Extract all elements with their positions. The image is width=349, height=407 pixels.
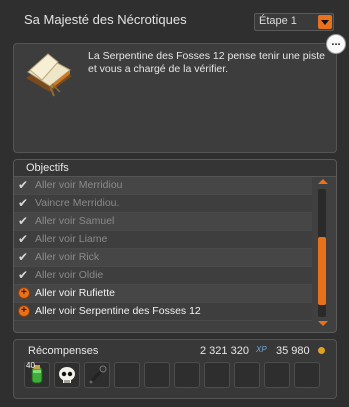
objective-row: ✔ Aller voir Samuel [14,213,312,231]
xp-unit-label: XP [256,345,267,354]
objective-row: ✔ Vaincre Merridiou. [14,195,312,213]
objective-row: ✔ Aller voir Liame [14,231,312,249]
objective-label: Vaincre Merridiou. [35,197,120,209]
reward-slot[interactable] [84,362,110,388]
empty-reward-slot [144,362,170,388]
objectives-title: Objectifs [26,162,69,174]
scroll-track[interactable] [318,189,326,317]
objectives-panel: Objectifs ✔ Aller voir Merridiou ✔ Vainc… [13,159,337,333]
objective-target-icon[interactable] [18,287,30,299]
empty-reward-slot [294,362,320,388]
reward-slot[interactable]: 40 [24,361,50,388]
kamas-reward-value: 35 980 [276,345,310,357]
scroll-up-arrow-icon[interactable] [318,179,328,184]
scroll-thumb[interactable] [318,237,326,305]
checkmark-icon: ✔ [18,214,29,228]
quest-description-text: La Serpentine des Fosses 12 pense tenir … [88,50,325,75]
objective-label: Aller voir Rick [35,251,100,263]
objective-target-icon[interactable] [18,305,30,317]
empty-reward-slot [264,362,290,388]
xp-reward-value: 2 321 320 [200,345,249,357]
objective-row: ✔ Aller voir Merridiou [14,177,312,195]
reward-slot-count: 40 [26,361,35,370]
objective-row: ✔ Aller voir Oldie [14,267,312,285]
quest-header: Sa Majesté des Nécrotiques Étape 1 [0,0,349,44]
reward-slot[interactable] [54,362,80,388]
objective-label: Aller voir Samuel [35,215,115,227]
chevron-down-icon[interactable] [318,15,332,29]
step-dropdown[interactable]: Étape 1 [254,13,334,31]
step-dropdown-value: Étape 1 [259,15,297,27]
skull-icon [59,367,75,383]
empty-reward-slot [114,362,140,388]
checkmark-icon: ✔ [18,250,29,264]
scroll-down-arrow-icon[interactable] [318,321,328,326]
objectives-scrollbar[interactable] [314,177,332,329]
objective-row[interactable]: Aller voir Rufiette [14,285,312,303]
kamas-coin-icon [318,347,325,354]
empty-reward-slot [204,362,230,388]
checkmark-icon: ✔ [18,178,29,192]
dark-wand-icon [88,365,107,385]
quest-window: Sa Majesté des Nécrotiques Étape 1 La Se… [0,0,349,407]
objective-label: Aller voir Liame [35,233,108,245]
objective-label: Aller voir Rufiette [35,287,115,299]
empty-reward-slot [174,362,200,388]
empty-reward-slot [234,362,260,388]
objective-label: Aller voir Serpentine des Fosses 12 [35,305,201,317]
rewards-panel: Récompenses 2 321 320 XP 35 980 40 [13,339,337,399]
objective-label: Aller voir Merridiou [35,179,123,191]
rewards-title: Récompenses [28,345,99,357]
checkmark-icon: ✔ [18,232,29,246]
checkmark-icon: ✔ [18,268,29,282]
more-options-button[interactable]: ... [326,34,346,54]
checkmark-icon: ✔ [18,196,29,210]
open-book-icon [26,53,72,97]
objectives-header: Objectifs [14,160,336,177]
quest-description-panel: La Serpentine des Fosses 12 pense tenir … [13,43,337,153]
objective-row[interactable]: Aller voir Serpentine des Fosses 12 [14,303,312,321]
objective-row: ✔ Aller voir Rick [14,249,312,267]
objective-label: Aller voir Oldie [35,269,104,281]
quest-title: Sa Majesté des Nécrotiques [24,12,187,27]
objectives-list: ✔ Aller voir Merridiou ✔ Vaincre Merridi… [14,177,312,321]
